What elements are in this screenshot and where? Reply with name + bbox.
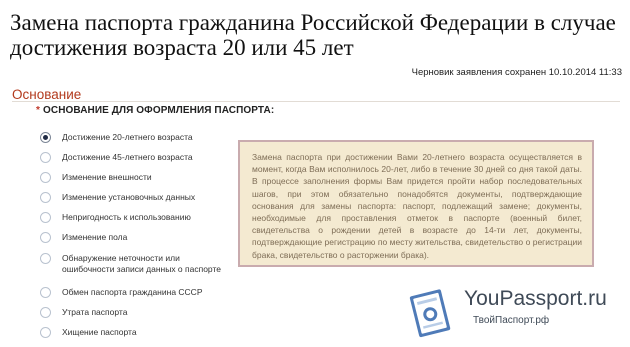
required-marker: * (36, 105, 40, 116)
draft-saved-status: Черновик заявления сохранен 10.10.2014 1… (411, 67, 622, 78)
radio-button[interactable] (40, 212, 51, 223)
radio-option-label: Утрата паспорта (62, 307, 128, 317)
field-label-passport-reason: * ОСНОВАНИЕ ДЛЯ ОФОРМЛЕНИЯ ПАСПОРТА: (36, 105, 274, 116)
radio-button[interactable] (40, 172, 51, 183)
radio-button[interactable] (40, 253, 51, 264)
radio-button[interactable] (40, 232, 51, 243)
section-title: Основание (12, 87, 82, 102)
info-hint-box: Замена паспорта при достижении Вами 20-л… (238, 140, 594, 267)
brand-name: YouPassport.ru (464, 287, 607, 310)
page-title: Замена паспорта гражданина Российской Фе… (10, 10, 616, 60)
radio-option-label: Изменение установочных данных (62, 192, 196, 202)
radio-button[interactable] (40, 327, 51, 338)
radio-button[interactable] (40, 132, 51, 143)
radio-option-label: Хищение паспорта (62, 327, 137, 337)
radio-button[interactable] (40, 287, 51, 298)
passport-document-icon (409, 289, 451, 338)
radio-option-label: Изменение пола (62, 232, 128, 242)
radio-option-label: Достижение 20-летнего возраста (62, 132, 193, 142)
radio-button[interactable] (40, 152, 51, 163)
radio-option-label: Непригодность к использованию (62, 212, 191, 222)
field-label-text: ОСНОВАНИЕ ДЛЯ ОФОРМЛЕНИЯ ПАСПОРТА: (43, 105, 275, 116)
radio-button[interactable] (40, 192, 51, 203)
radio-option-label: Обнаружение неточности или ошибочности з… (62, 253, 222, 274)
radio-option-label: Изменение внешности (62, 172, 152, 182)
brand-subtitle: ТвойПаспорт.рф (473, 315, 550, 326)
radio-option-label: Достижение 45-летнего возраста (62, 152, 193, 162)
info-hint-text: Замена паспорта при достижении Вами 20-л… (252, 152, 582, 260)
section-divider (12, 101, 620, 102)
radio-option-label: Обмен паспорта гражданина СССР (62, 287, 203, 297)
radio-button[interactable] (40, 307, 51, 318)
